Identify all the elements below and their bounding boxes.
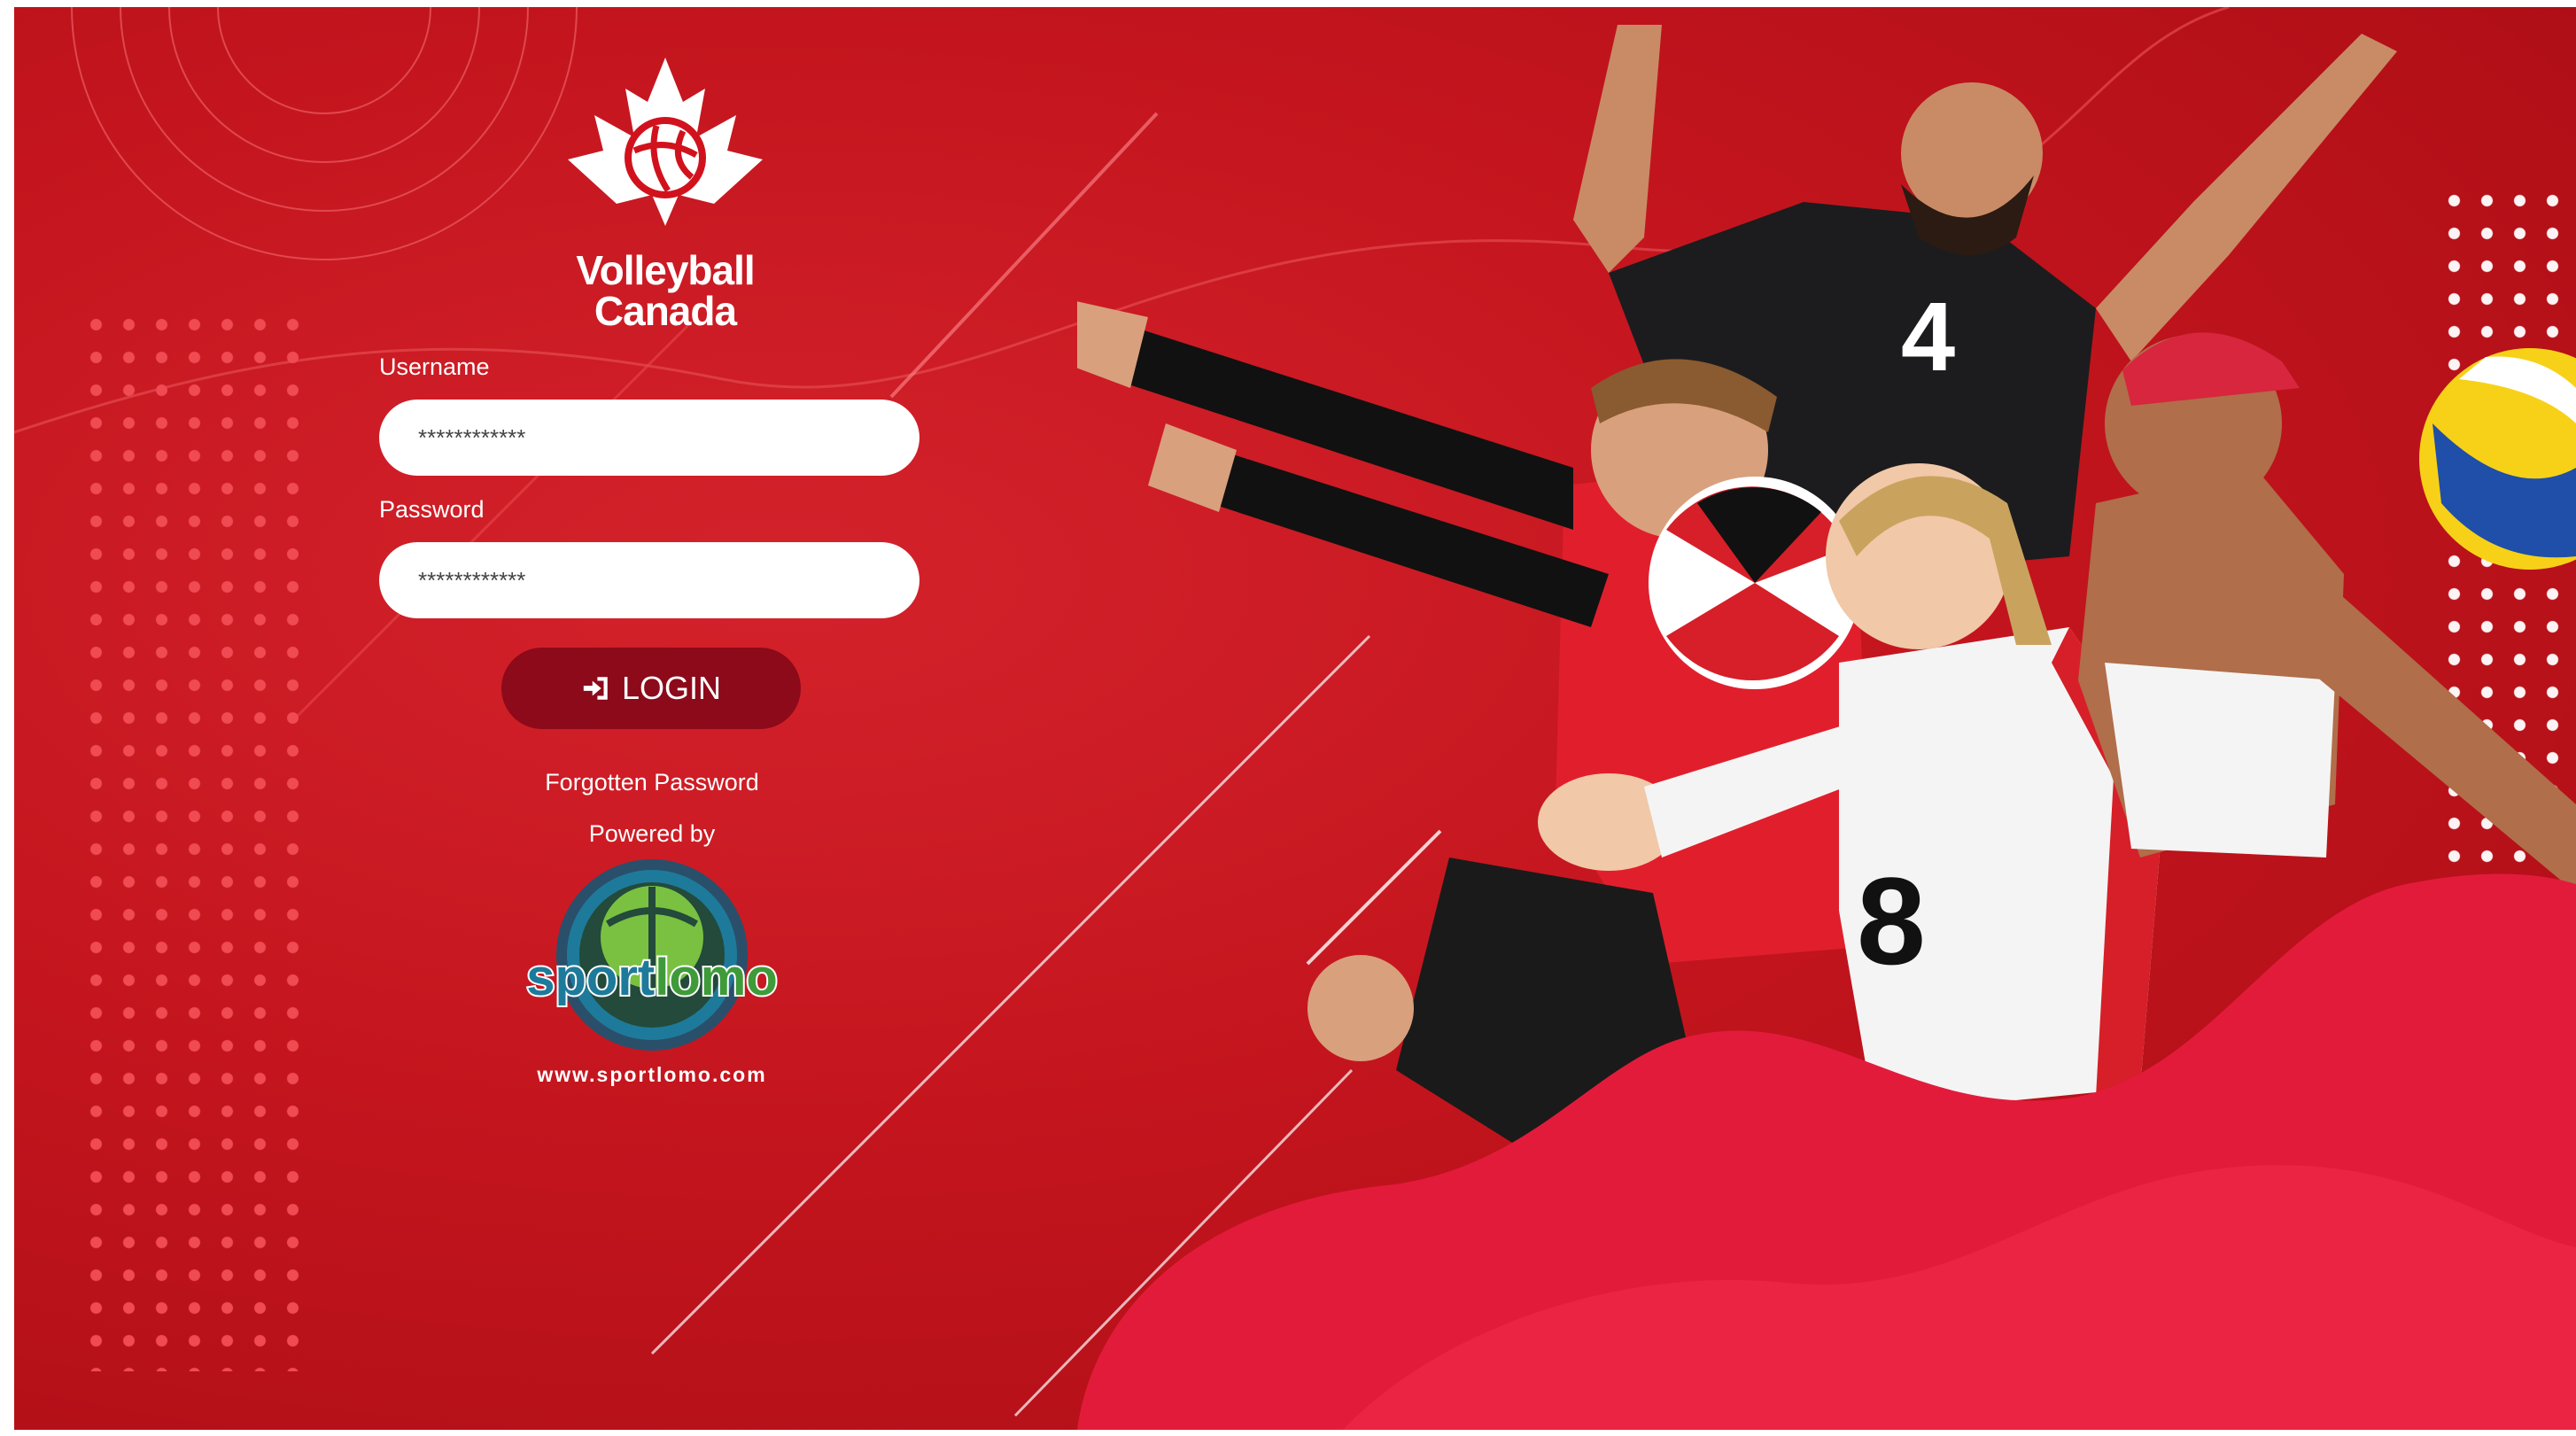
username-label: Username bbox=[379, 353, 490, 380]
wave-decoration bbox=[1077, 873, 2576, 1430]
username-input[interactable] bbox=[379, 400, 919, 476]
sportlomo-logo[interactable]: sportlomo bbox=[519, 853, 785, 1057]
login-button[interactable]: LOGIN bbox=[501, 648, 801, 729]
svg-text:sportlomo: sportlomo bbox=[526, 949, 778, 1006]
powered-by-text: Powered by bbox=[588, 820, 716, 847]
password-input[interactable] bbox=[379, 542, 919, 618]
forgotten-password-link[interactable]: Forgotten Password bbox=[510, 769, 794, 796]
sign-in-icon bbox=[583, 677, 608, 700]
sportlomo-url[interactable]: www.sportlomo.com bbox=[510, 1063, 794, 1087]
sportlomo-text-lomo: lomo bbox=[655, 949, 778, 1006]
login-page: 4 8 Volleyball Canada Username *********… bbox=[14, 7, 2576, 1430]
password-label: Password bbox=[379, 496, 485, 523]
logo-text-line-1: Volleyball bbox=[576, 247, 755, 293]
volleyball-canada-logo: Volleyball Canada bbox=[546, 53, 785, 331]
sportlomo-text-sport: sport bbox=[526, 949, 655, 1006]
logo-text-line-2: Canada bbox=[594, 288, 737, 334]
maple-leaf-volleyball-icon bbox=[568, 58, 763, 226]
login-button-label: LOGIN bbox=[621, 670, 722, 706]
